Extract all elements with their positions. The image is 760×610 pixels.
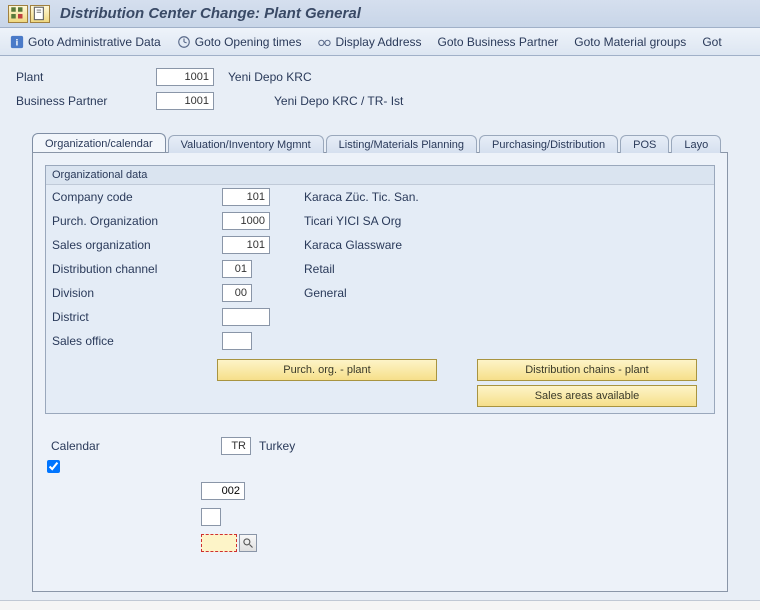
toolbar-label: Goto Opening times xyxy=(195,35,302,49)
bp-label: Business Partner xyxy=(16,94,156,108)
tab-listing[interactable]: Listing/Materials Planning xyxy=(326,135,477,153)
division-desc: General xyxy=(304,286,347,300)
toolbar-label: Display Address xyxy=(335,35,421,49)
toolbar-label: Goto Business Partner xyxy=(438,35,559,49)
tab-purchasing[interactable]: Purchasing/Distribution xyxy=(479,135,618,153)
dist-channel-label: Distribution channel xyxy=(52,262,222,276)
toolbar-label: Goto Material groups xyxy=(574,35,686,49)
calendar-desc: Turkey xyxy=(259,439,295,453)
checkbox-1[interactable] xyxy=(47,460,60,473)
division-input[interactable] xyxy=(222,284,252,302)
search-help-button[interactable] xyxy=(239,534,257,552)
search-icon xyxy=(242,537,254,549)
bp-input[interactable] xyxy=(156,92,214,110)
org-buttons: Purch. org. - plant Distribution chains … xyxy=(46,353,714,413)
sales-org-row: Sales organization Karaca Glassware xyxy=(46,233,714,257)
purch-org-input[interactable] xyxy=(222,212,270,230)
extra-inputs xyxy=(45,478,715,556)
clock-icon xyxy=(177,35,191,49)
dist-channel-row: Distribution channel Retail xyxy=(46,257,714,281)
document-icon xyxy=(31,5,49,23)
svg-text:i: i xyxy=(16,37,19,48)
tab-pos[interactable]: POS xyxy=(620,135,669,153)
plant-label: Plant xyxy=(16,70,156,84)
company-code-desc: Karaca Züc. Tic. San. xyxy=(304,190,419,204)
info-icon: i xyxy=(10,35,24,49)
dist-channel-input[interactable] xyxy=(222,260,252,278)
sales-org-input[interactable] xyxy=(222,236,270,254)
tab-strip: Organization/calendar Valuation/Inventor… xyxy=(16,130,744,152)
district-row: District xyxy=(46,305,714,329)
goto-admin-button[interactable]: i Goto Administrative Data xyxy=(10,35,161,49)
extra-input-3-focused[interactable] xyxy=(201,534,237,552)
district-label: District xyxy=(52,310,222,324)
org-data-title: Organizational data xyxy=(46,166,714,185)
purch-org-label: Purch. Organization xyxy=(52,214,222,228)
tab-layout[interactable]: Layo xyxy=(671,135,721,153)
tab-valuation[interactable]: Valuation/Inventory Mgmnt xyxy=(168,135,324,153)
create-icon-button[interactable] xyxy=(8,5,28,23)
bp-row: Business Partner Yeni Depo KRC / TR- Ist xyxy=(16,92,744,110)
division-label: Division xyxy=(52,286,222,300)
title-bar: Distribution Center Change: Plant Genera… xyxy=(0,0,760,28)
district-input[interactable] xyxy=(222,308,270,326)
goto-opening-button[interactable]: Goto Opening times xyxy=(177,35,302,49)
page-title: Distribution Center Change: Plant Genera… xyxy=(60,5,361,22)
tab-organization[interactable]: Organization/calendar xyxy=(32,133,166,152)
bp-desc: Yeni Depo KRC / TR- Ist xyxy=(274,94,403,108)
sales-org-desc: Karaca Glassware xyxy=(304,238,402,252)
plant-input[interactable] xyxy=(156,68,214,86)
glasses-icon xyxy=(317,35,331,49)
dist-chains-button[interactable]: Distribution chains - plant xyxy=(477,359,697,381)
goto-material-button[interactable]: Goto Material groups xyxy=(574,35,686,49)
calendar-input[interactable] xyxy=(221,437,251,455)
toolbar-label: Got xyxy=(702,35,721,49)
purch-org-plant-button[interactable]: Purch. org. - plant xyxy=(217,359,437,381)
division-row: Division General xyxy=(46,281,714,305)
checkbox-row xyxy=(45,458,715,478)
sales-office-label: Sales office xyxy=(52,334,222,348)
header-area: Plant Yeni Depo KRC Business Partner Yen… xyxy=(0,56,760,601)
title-icon-group xyxy=(8,5,50,23)
plant-row: Plant Yeni Depo KRC xyxy=(16,68,744,86)
goto-bp-button[interactable]: Goto Business Partner xyxy=(438,35,559,49)
display-address-button[interactable]: Display Address xyxy=(317,35,421,49)
company-code-label: Company code xyxy=(52,190,222,204)
toolbar-label: Goto Administrative Data xyxy=(28,35,161,49)
org-data-group: Organizational data Company code Karaca … xyxy=(45,165,715,414)
grid-icon xyxy=(9,5,27,23)
sales-office-input[interactable] xyxy=(222,332,252,350)
plant-desc: Yeni Depo KRC xyxy=(228,70,312,84)
extra-input-1[interactable] xyxy=(201,482,245,500)
goto-more-button[interactable]: Got xyxy=(702,35,721,49)
dist-channel-desc: Retail xyxy=(304,262,335,276)
tab-content: Organizational data Company code Karaca … xyxy=(32,152,728,592)
purch-org-row: Purch. Organization Ticari YICI SA Org xyxy=(46,209,714,233)
extra-input-2[interactable] xyxy=(201,508,221,526)
calendar-label: Calendar xyxy=(51,439,221,453)
copy-icon-button[interactable] xyxy=(30,5,50,23)
sales-org-label: Sales organization xyxy=(52,238,222,252)
sales-areas-button[interactable]: Sales areas available xyxy=(477,385,697,407)
toolbar: i Goto Administrative Data Goto Opening … xyxy=(0,28,760,56)
calendar-row: Calendar Turkey xyxy=(45,434,715,458)
company-code-input[interactable] xyxy=(222,188,270,206)
purch-org-desc: Ticari YICI SA Org xyxy=(304,214,401,228)
company-code-row: Company code Karaca Züc. Tic. San. xyxy=(46,185,714,209)
sales-office-row: Sales office xyxy=(46,329,714,353)
